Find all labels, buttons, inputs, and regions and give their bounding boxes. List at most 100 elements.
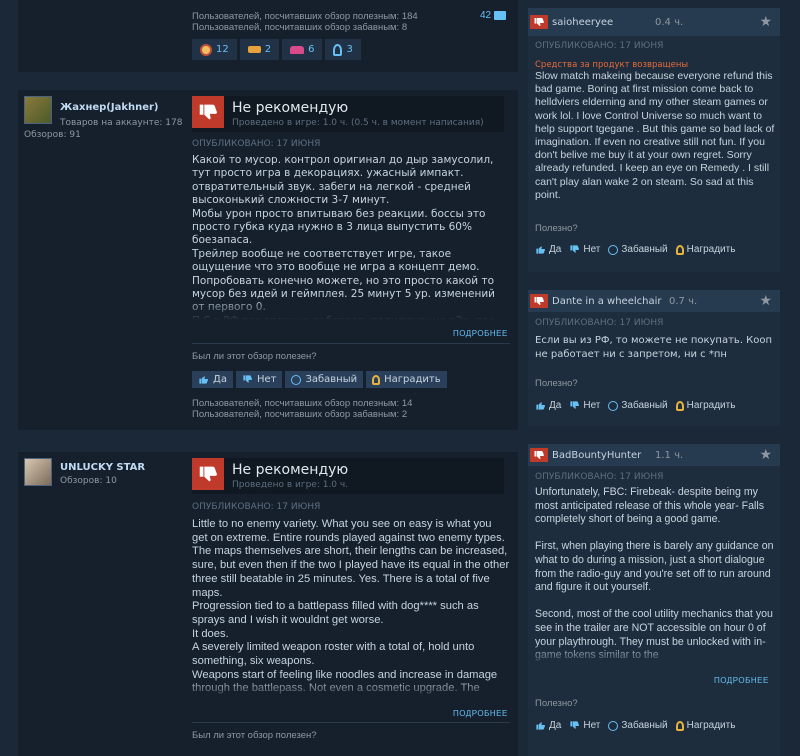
side-question: Полезно? (535, 698, 578, 709)
award-face-icon (200, 43, 212, 56)
side-username[interactable]: BadBountyHunter (552, 450, 641, 461)
award-car[interactable]: 6 (282, 39, 323, 60)
side-vote-no-button[interactable]: Нет (569, 244, 600, 255)
vote-yes-label: Да (213, 374, 227, 385)
side-award-button[interactable]: Наградить (675, 720, 736, 731)
side-posted: ОПУБЛИКОВАНО: 17 ИЮНЯ (535, 472, 664, 482)
side-vote-yes-button[interactable]: Да (535, 244, 561, 255)
star-icon[interactable]: ★ (759, 292, 772, 309)
side-award-button[interactable]: Наградить (675, 400, 736, 411)
side-vote-yes-button[interactable]: Да (535, 720, 561, 731)
side-award-button[interactable]: Наградить (675, 244, 736, 255)
read-more-link[interactable]: ПОДРОБНЕЕ (453, 709, 508, 718)
review-text: Little to no enemy variety. What you see… (192, 518, 510, 694)
stat-funny: Пользователей, посчитавших обзор забавны… (192, 409, 408, 420)
author-products: Товаров на аккаунте: 178 (60, 118, 183, 128)
side-username[interactable]: saioheeryee (552, 17, 613, 28)
vote-no-label: Нет (583, 720, 601, 731)
side-posted: ОПУБЛИКОВАНО: 17 ИЮНЯ (535, 41, 664, 51)
star-icon[interactable]: ★ (759, 13, 772, 30)
verdict-title: Не рекомендую (232, 462, 349, 478)
smiley-icon (608, 400, 619, 411)
vote-yes-button[interactable]: Да (192, 371, 233, 388)
avatar[interactable] (24, 96, 52, 124)
side-hours: 1.1 ч. (655, 450, 684, 461)
vote-no-button[interactable]: Нет (235, 371, 283, 388)
thumbs-up-icon (535, 720, 546, 731)
vote-no-label: Нет (583, 244, 601, 255)
award-gun[interactable]: 2 (239, 39, 280, 60)
star-icon[interactable]: ★ (759, 446, 772, 463)
thumbs-up-icon (198, 374, 209, 385)
text-fade (528, 644, 780, 666)
award-icon (675, 400, 684, 411)
author-reviews: Обзоров: 10 (60, 476, 117, 486)
side-text: Если вы из РФ, то можете не покупать. Ко… (535, 335, 773, 360)
side-posted: ОПУБЛИКОВАНО: 17 ИЮНЯ (535, 318, 664, 328)
vote-no-label: Нет (583, 400, 601, 411)
divider (192, 343, 510, 344)
side-vote-funny-button[interactable]: Забавный (608, 244, 668, 255)
award-count: 2 (264, 44, 272, 55)
award-car-icon (290, 45, 305, 54)
thumbs-down-icon (569, 400, 580, 411)
playtime: Проведено в игре: 1.0 ч. (0.5 ч. в момен… (232, 118, 484, 128)
side-header: saioheeryee 0.4 ч. ★ (528, 8, 780, 36)
read-more-link[interactable]: ПОДРОБНЕЕ (714, 676, 769, 685)
vote-funny-label: Забавный (621, 720, 668, 731)
award-button[interactable]: Наградить (366, 371, 447, 388)
helpful-question: Был ли этот обзор полезен? (192, 730, 317, 741)
author-name[interactable]: UNLUCKY STAR (60, 462, 145, 473)
side-text: Slow match makeing because everyone refu… (535, 70, 775, 201)
awards-row: 12 2 6 3 (192, 39, 364, 60)
side-username[interactable]: Dante in a wheelchair (552, 296, 661, 307)
side-hours: 0.7 ч. (669, 296, 698, 307)
thumbs-down-icon (530, 15, 548, 29)
award-label: Наградить (686, 400, 736, 411)
side-vote-funny-button[interactable]: Забавный (608, 400, 668, 411)
award-face[interactable]: 12 (192, 39, 237, 60)
side-review-saioheeryee: saioheeryee 0.4 ч. ★ ОПУБЛИКОВАНО: 17 ИЮ… (528, 8, 780, 272)
vote-funny-label: Забавный (305, 374, 358, 385)
comments-link[interactable]: 42 (480, 10, 507, 21)
side-vote-yes-button[interactable]: Да (535, 400, 561, 411)
smiley-icon (291, 374, 302, 385)
award-count: 12 (216, 44, 229, 55)
vote-funny-button[interactable]: Забавный (285, 371, 364, 388)
thumbs-down-icon (530, 294, 548, 308)
review-text: Какой то мусор. контрол оригинал до дыр … (192, 154, 495, 320)
side-question: Полезно? (535, 378, 578, 389)
author-block: UNLUCKY STAR Обзоров: 10 (24, 458, 184, 486)
vote-funny-label: Забавный (621, 400, 668, 411)
review-header[interactable]: Не рекомендую Проведено в игре: 1.0 ч. (192, 458, 504, 494)
side-vote-no-button[interactable]: Нет (569, 720, 600, 731)
text-fade (192, 298, 510, 320)
posted-date: ОПУБЛИКОВАНО: 17 ИЮНЯ (192, 502, 321, 512)
review-header[interactable]: Не рекомендую Проведено в игре: 1.0 ч. (… (192, 96, 504, 132)
award-count: 6 (308, 44, 315, 55)
read-more-link[interactable]: ПОДРОБНЕЕ (453, 329, 508, 338)
vote-yes-label: Да (549, 720, 562, 731)
thumbs-down-icon (569, 720, 580, 731)
thumbs-down-icon (569, 244, 580, 255)
award-count: 3 (346, 44, 353, 55)
vote-yes-label: Да (549, 244, 562, 255)
award-medal[interactable]: 3 (325, 39, 361, 60)
side-vote-no-button[interactable]: Нет (569, 400, 600, 411)
author-name[interactable]: Жахнер(Jakhner) (60, 102, 159, 113)
thumbs-up-icon (535, 400, 546, 411)
award-label: Наградить (686, 244, 736, 255)
side-vote-row: Да Нет Забавный Наградить (535, 244, 735, 255)
thumbs-down-icon (192, 96, 224, 128)
text-fade (192, 678, 510, 700)
verdict-title: Не рекомендую (232, 100, 349, 116)
side-vote-funny-button[interactable]: Забавный (608, 720, 668, 731)
award-icon (675, 720, 684, 731)
avatar[interactable] (24, 458, 52, 486)
side-vote-row: Да Нет Забавный Наградить (535, 720, 735, 731)
award-label: Наградить (384, 374, 441, 385)
award-icon (675, 244, 684, 255)
vote-yes-label: Да (549, 400, 562, 411)
review-card-jakhner: Жахнер(Jakhner) Товаров на аккаунте: 178… (18, 90, 518, 430)
award-label: Наградить (686, 720, 736, 731)
